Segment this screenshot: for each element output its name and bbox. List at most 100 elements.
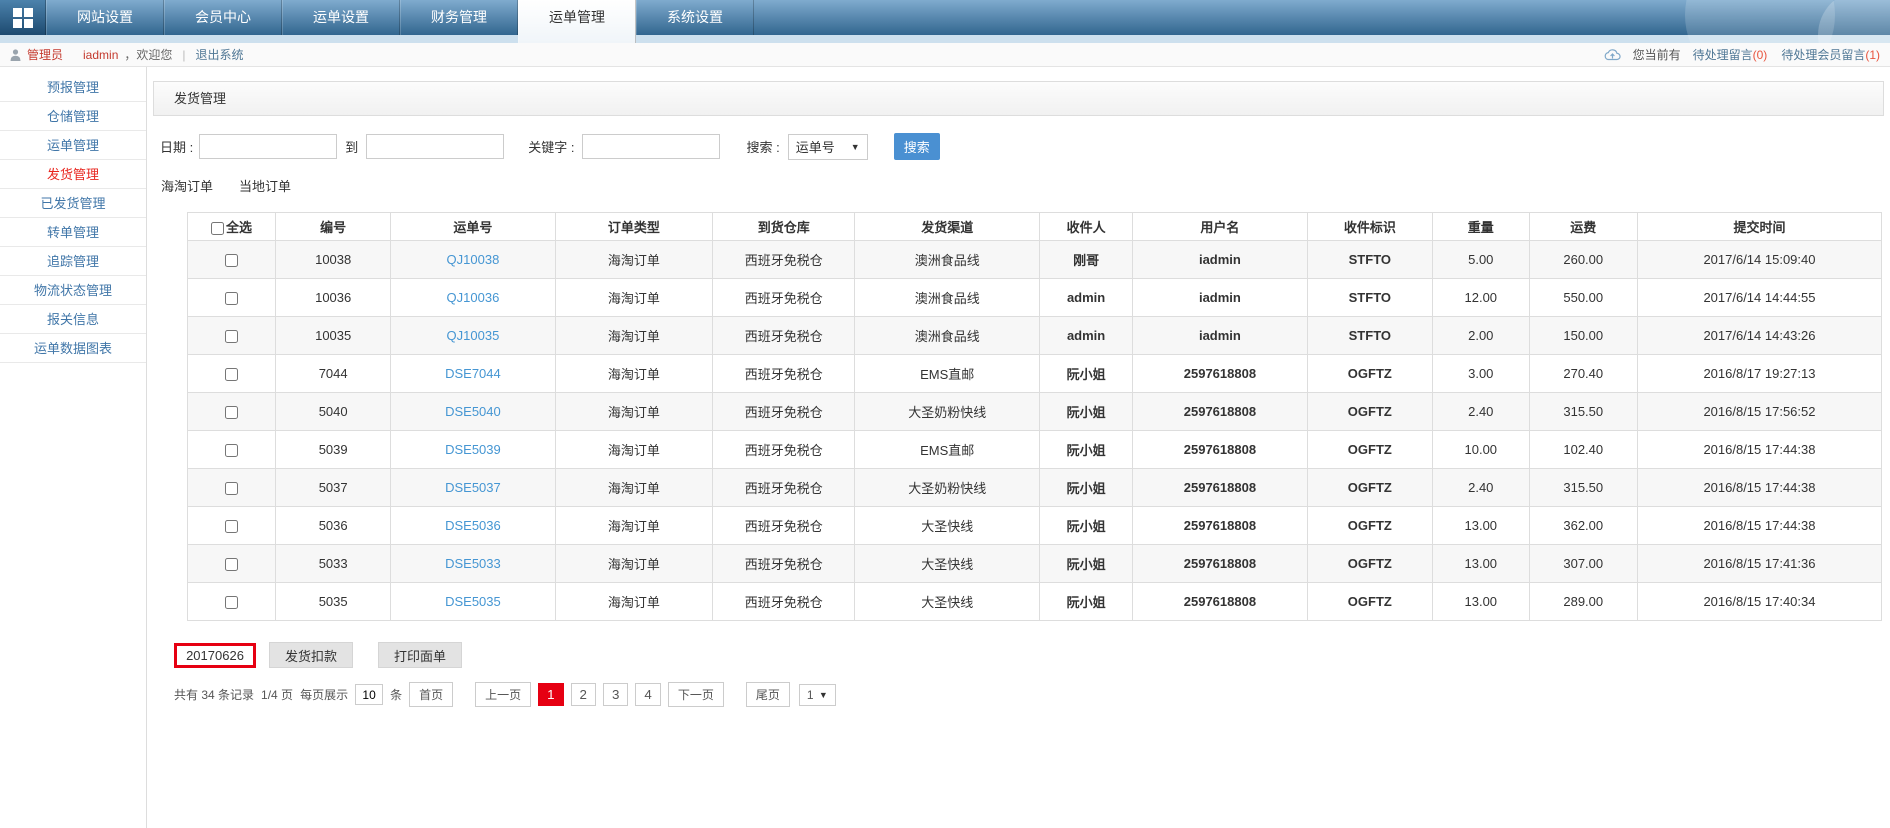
first-page-button[interactable]: 首页	[409, 682, 454, 707]
nav-tab-运单管理[interactable]: 运单管理	[518, 0, 636, 43]
cell-waybill: DSE5037	[390, 468, 556, 507]
row-checkbox[interactable]	[225, 368, 239, 382]
cell-id: 5039	[275, 430, 392, 469]
nav-tab-运单设置[interactable]: 运单设置	[282, 0, 400, 35]
row-checkbox[interactable]	[225, 406, 239, 420]
cell-channel: 大圣奶粉快线	[854, 392, 1041, 431]
cell-warehouse: 西班牙免税仓	[712, 506, 856, 545]
notice-link[interactable]: 待处理会员留言(1)	[1781, 46, 1880, 63]
row-checkbox[interactable]	[225, 254, 239, 268]
page-number-2[interactable]: 2	[570, 683, 596, 706]
cell-recipient: 阮小姐	[1039, 354, 1134, 393]
batch-date-input[interactable]	[174, 642, 256, 668]
order-type-tabs: 海淘订单 当地订单	[161, 176, 1884, 195]
waybill-link[interactable]: DSE5039	[445, 442, 501, 457]
cell-waybill: DSE5033	[390, 544, 556, 583]
cell-id: 10038	[275, 240, 392, 279]
deduct-button[interactable]: 发货扣款	[269, 642, 354, 668]
row-checkbox[interactable]	[225, 558, 239, 572]
row-checkbox[interactable]	[225, 482, 239, 496]
cell-mark: OGFTZ	[1306, 544, 1434, 583]
page-number-4[interactable]: 4	[635, 683, 661, 706]
cell-id: 5040	[275, 392, 392, 431]
cell-waybill: DSE5036	[390, 506, 556, 545]
sidebar-item-报关信息[interactable]: 报关信息	[0, 305, 146, 334]
top-bar: 网站设置 会员中心 运单设置 财务管理 运单管理 系统设置	[0, 0, 1890, 43]
sidebar-item-转单管理[interactable]: 转单管理	[0, 218, 146, 247]
main-content: 发货管理 日期 : 到 关键字 : 搜索 : 运单号 ▼ 搜索 海淘订单 当地订单…	[147, 67, 1890, 828]
table-row: 7044 DSE7044 海淘订单 西班牙免税仓 EMS直邮 阮小姐 2597618808 O…	[186, 354, 1883, 393]
row-checkbox[interactable]	[225, 520, 239, 534]
column-header-运单号: 运单号	[390, 212, 556, 241]
cell-weight: 13.00	[1432, 544, 1530, 583]
nav-tab-财务管理[interactable]: 财务管理	[400, 0, 518, 35]
sidebar-item-追踪管理[interactable]: 追踪管理	[0, 247, 146, 276]
nav-tab-系统设置[interactable]: 系统设置	[636, 0, 754, 35]
cell-user: 2597618808	[1132, 544, 1308, 583]
sidebar-item-物流状态管理[interactable]: 物流状态管理	[0, 276, 146, 305]
order-tab-海淘订单[interactable]: 海淘订单	[161, 176, 213, 195]
row-checkbox[interactable]	[225, 444, 239, 458]
nav-tab-网站设置[interactable]: 网站设置	[46, 0, 164, 35]
nav-bottom-strip	[0, 35, 1890, 43]
next-page-button[interactable]: 下一页	[667, 682, 724, 707]
notice-link[interactable]: 待处理留言(0)	[1693, 46, 1768, 63]
nav-tab-会员中心[interactable]: 会员中心	[164, 0, 282, 35]
cell-channel: EMS直邮	[854, 430, 1041, 469]
cell-warehouse: 西班牙免税仓	[712, 278, 856, 317]
search-button[interactable]: 搜索	[893, 133, 940, 160]
waybill-link[interactable]: QJ10035	[447, 328, 500, 343]
row-checkbox[interactable]	[225, 330, 239, 344]
logout-link[interactable]: 退出系统	[196, 46, 244, 63]
sidebar-item-发货管理[interactable]: 发货管理	[0, 160, 146, 189]
prev-page-button[interactable]: 上一页	[475, 682, 532, 707]
page-jump-select[interactable]: 1 ▼	[798, 683, 836, 706]
waybill-link[interactable]: DSE5035	[445, 594, 501, 609]
last-page-button[interactable]: 尾页	[745, 682, 790, 707]
cell-recipient: 阮小姐	[1039, 544, 1134, 583]
waybill-link[interactable]: DSE5036	[445, 518, 501, 533]
cell-warehouse: 西班牙免税仓	[712, 316, 856, 355]
cell-user: 2597618808	[1132, 506, 1308, 545]
per-page-label: 每页展示	[300, 688, 349, 702]
user-bar: 管理员 iadmin ，欢迎您 | 退出系统 您当前有 待处理留言(0) 待处理会…	[0, 43, 1890, 67]
waybill-link[interactable]: QJ10036	[447, 290, 500, 305]
cell-waybill: DSE5040	[390, 392, 556, 431]
sidebar-item-运单管理[interactable]: 运单管理	[0, 131, 146, 160]
sidebar-item-仓储管理[interactable]: 仓储管理	[0, 102, 146, 131]
cell-user: 2597618808	[1132, 582, 1308, 621]
cell-channel: 大圣快线	[854, 582, 1041, 621]
date-from-input[interactable]	[199, 134, 338, 159]
page-number-1[interactable]: 1	[538, 683, 564, 706]
cell-waybill: DSE5035	[390, 582, 556, 621]
waybill-link[interactable]: DSE7044	[445, 366, 501, 381]
cell-time: 2016/8/15 17:56:52	[1636, 392, 1883, 431]
cell-mark: STFTO	[1306, 278, 1434, 317]
column-header-运费: 运费	[1528, 212, 1638, 241]
cell-fee: 289.00	[1528, 582, 1638, 621]
row-checkbox[interactable]	[225, 596, 239, 610]
print-label-button[interactable]: 打印面单	[378, 642, 463, 668]
sidebar-item-已发货管理[interactable]: 已发货管理	[0, 189, 146, 218]
waybill-link[interactable]: QJ10038	[447, 252, 500, 267]
waybill-link[interactable]: DSE5037	[445, 480, 501, 495]
sidebar-item-运单数据图表[interactable]: 运单数据图表	[0, 334, 146, 363]
cell-waybill: DSE5039	[390, 430, 556, 469]
waybill-link[interactable]: DSE5033	[445, 556, 501, 571]
select-all-checkbox[interactable]	[211, 222, 225, 236]
row-checkbox[interactable]	[225, 292, 239, 306]
order-tab-当地订单[interactable]: 当地订单	[239, 176, 291, 195]
cell-type: 海淘订单	[554, 582, 714, 621]
search-type-select[interactable]: 运单号 ▼	[787, 133, 868, 160]
app-menu-button[interactable]	[0, 0, 46, 35]
keyword-input[interactable]	[582, 134, 721, 159]
cell-type: 海淘订单	[554, 392, 714, 431]
sidebar-item-预报管理[interactable]: 预报管理	[0, 73, 146, 102]
waybill-link[interactable]: DSE5040	[445, 404, 501, 419]
user-icon	[10, 48, 21, 61]
cell-user: iadmin	[1132, 240, 1308, 279]
cell-weight: 13.00	[1432, 582, 1530, 621]
page-number-3[interactable]: 3	[602, 683, 629, 706]
date-to-input[interactable]	[366, 134, 505, 159]
per-page-input[interactable]	[355, 684, 384, 705]
